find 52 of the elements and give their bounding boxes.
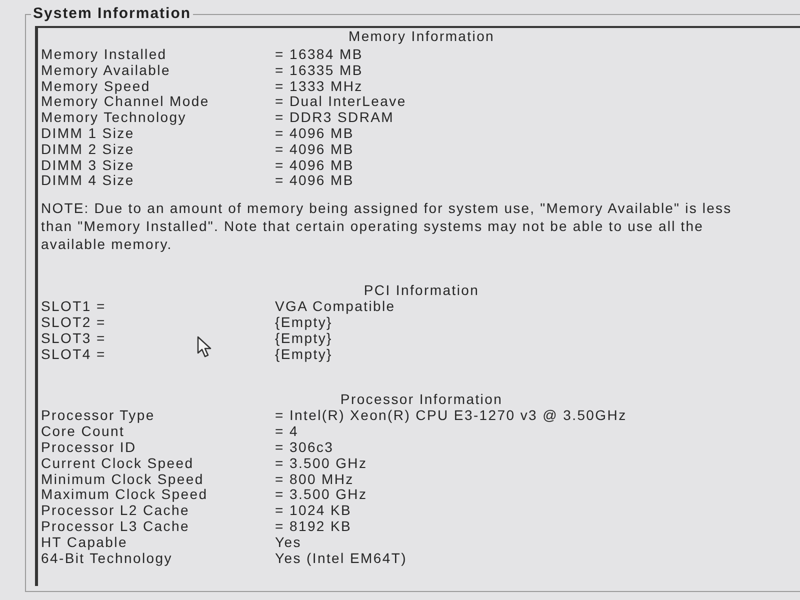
field-label: Core Count — [41, 424, 125, 440]
field-value: = 4096 MB — [275, 158, 354, 174]
field-value: Yes (Intel EM64T) — [275, 550, 407, 566]
field-label: DIMM 4 Size — [41, 173, 134, 190]
field-value: = Dual InterLeave — [275, 94, 406, 110]
field-label: Memory Available — [41, 62, 170, 79]
field-label: Current Clock Speed — [41, 456, 194, 472]
field-value: = 8192 KB — [275, 518, 352, 535]
field-value: Yes — [275, 534, 302, 551]
field-value: = Intel(R) Xeon(R) CPU E3-1270 v3 @ 3.50GHz — [275, 408, 627, 424]
field-value: = 306c3 — [275, 440, 334, 456]
field-value: = 3.500 GHz — [275, 456, 368, 472]
field-label: Maximum Clock Speed — [41, 487, 208, 504]
field-label: Memory Installed — [41, 47, 167, 63]
field-label: Processor Type — [41, 408, 155, 424]
field-value: = 4096 MB — [275, 173, 354, 190]
note-text: NOTE: Due to an amount of memory being assigned for system use, "Memory Available" is less than "Memory Installed". Note that certain operating systems may not be able to use all the available memory. — [41, 199, 733, 254]
field-label: SLOT1 = — [41, 299, 106, 315]
cursor-icon — [197, 336, 214, 358]
field-value: = 16384 MB — [275, 47, 363, 63]
field-value: = 1024 KB — [275, 503, 352, 519]
group-title: System Information — [31, 5, 194, 23]
field-label: SLOT2 = — [41, 314, 106, 331]
field-label: Processor L3 Cache — [41, 518, 190, 535]
field-label: Processor ID — [41, 440, 136, 456]
field-value: = 3.500 GHz — [275, 487, 368, 504]
field-label: Processor L2 Cache — [41, 503, 190, 519]
field-value: = 4096 MB — [275, 126, 354, 142]
section-heading: PCI Information — [362, 282, 480, 298]
field-value: = 800 MHz — [275, 472, 354, 488]
section-heading: Processor Information — [339, 391, 504, 408]
field-label: Memory Technology — [41, 110, 186, 126]
field-label: 64-Bit Technology — [41, 550, 172, 566]
field-value: = DDR3 SDRAM — [275, 110, 394, 126]
field-value: = 4096 MB — [275, 142, 354, 158]
field-label: DIMM 2 Size — [41, 142, 134, 158]
field-value: {Empty} — [275, 330, 332, 347]
field-label: DIMM 1 Size — [41, 126, 134, 142]
field-label: SLOT3 = — [41, 330, 106, 347]
section-heading: Memory Information — [347, 28, 496, 44]
field-value: {Empty} — [275, 346, 332, 362]
field-label: Memory Channel Mode — [41, 94, 210, 110]
field-label: HT Capable — [41, 534, 128, 551]
field-label: SLOT4 = — [41, 346, 106, 362]
field-value: = 4 — [275, 424, 298, 440]
field-label: Minimum Clock Speed — [41, 472, 204, 488]
field-value: VGA Compatible — [275, 299, 396, 315]
field-value: {Empty} — [275, 314, 332, 331]
field-value: = 16335 MB — [275, 62, 363, 79]
field-label: Memory Speed — [41, 78, 150, 94]
field-value: = 1333 MHz — [275, 78, 363, 94]
field-label: DIMM 3 Size — [41, 158, 134, 174]
